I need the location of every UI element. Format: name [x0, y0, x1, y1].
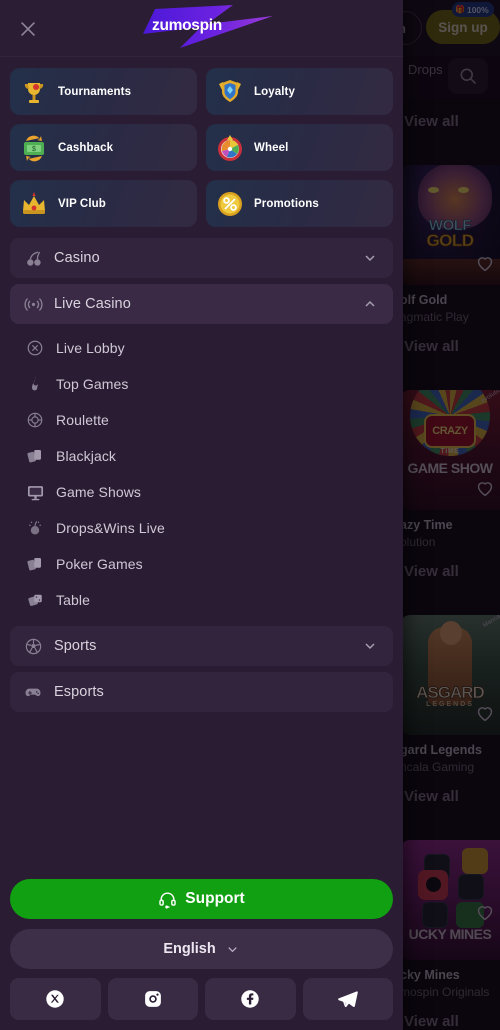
facebook-icon	[241, 990, 259, 1008]
sidebar-item-label: Top Games	[56, 376, 129, 392]
promo-tile-label: Wheel	[254, 141, 289, 154]
language-selector[interactable]: English	[10, 929, 393, 969]
promo-tile-wheel[interactable]: Wheel	[206, 124, 393, 171]
money-refresh-icon: $	[19, 133, 49, 163]
trophy-icon	[19, 77, 49, 107]
promo-tile-label: Tournaments	[58, 85, 132, 98]
sidebar-item-poker-games[interactable]: Poker Games	[10, 546, 393, 582]
chevron-down-icon	[227, 946, 237, 952]
navigation-drawer: zumospin Tournaments Loyalty $ Cashback …	[0, 0, 403, 1030]
dice-icon	[24, 589, 46, 611]
svg-text:$: $	[32, 146, 36, 153]
promo-tile-label: Cashback	[58, 141, 114, 154]
sidebar-item-drops-wins-live[interactable]: Drops&Wins Live	[10, 510, 393, 546]
promo-tile-label: Promotions	[254, 197, 319, 210]
brand-logo[interactable]: zumospin	[133, 3, 278, 53]
drawer-body: Tournaments Loyalty $ Cashback Wheel VIP…	[0, 57, 403, 879]
nav-item-label: Live Casino	[54, 296, 131, 312]
chevron-down-icon[interactable]	[361, 249, 379, 267]
sidebar-item-label: Game Shows	[56, 484, 142, 500]
nav-item-label: Sports	[54, 638, 97, 654]
sidebar-item-top-games[interactable]: Top Games	[10, 366, 393, 402]
chevron-down-icon[interactable]	[361, 637, 379, 655]
nav-item-casino[interactable]: Casino	[10, 238, 393, 278]
crown-icon	[19, 189, 49, 219]
sidebar-item-label: Table	[56, 592, 90, 608]
promo-tile-loyalty[interactable]: Loyalty	[206, 68, 393, 115]
language-label: English	[163, 941, 216, 957]
wheel-of-fortune-icon	[215, 133, 245, 163]
headset-icon	[159, 891, 177, 909]
support-button-label: Support	[185, 890, 245, 907]
gamepad-icon	[22, 681, 44, 703]
promo-tile-tournaments[interactable]: Tournaments	[10, 68, 197, 115]
close-icon	[20, 21, 36, 37]
live-casino-submenu: Live Lobby Top Games Roulette Blackjack …	[10, 330, 393, 618]
nav-item-live-casino[interactable]: Live Casino	[10, 284, 393, 324]
brand-logo-text: zumospin	[152, 17, 222, 34]
sidebar-item-live-lobby[interactable]: Live Lobby	[10, 330, 393, 366]
nav-item-esports[interactable]: Esports	[10, 672, 393, 712]
playing-cards-icon	[24, 553, 46, 575]
promo-tiles-grid: Tournaments Loyalty $ Cashback Wheel VIP…	[10, 68, 393, 227]
flame-icon	[24, 373, 46, 395]
sidebar-item-label: Roulette	[56, 412, 109, 428]
social-link-x-twitter[interactable]	[10, 978, 101, 1020]
shield-gem-icon	[215, 77, 245, 107]
social-link-instagram[interactable]	[107, 978, 198, 1020]
drawer-header: zumospin	[0, 0, 403, 57]
telegram-icon	[337, 991, 358, 1008]
nav-item-sports[interactable]: Sports	[10, 626, 393, 666]
nav-item-label: Esports	[54, 684, 104, 700]
promo-tile-vip-club[interactable]: VIP Club	[10, 180, 197, 227]
social-links-row	[10, 978, 393, 1020]
sidebar-item-label: Blackjack	[56, 448, 117, 464]
sidebar-item-blackjack[interactable]: Blackjack	[10, 438, 393, 474]
promo-tile-label: Loyalty	[254, 85, 295, 98]
chevron-up-icon[interactable]	[361, 295, 379, 313]
sidebar-item-label: Live Lobby	[56, 340, 125, 356]
promo-tile-promotions[interactable]: Promotions	[206, 180, 393, 227]
social-link-telegram[interactable]	[302, 978, 393, 1020]
sidebar-item-game-shows[interactable]: Game Shows	[10, 474, 393, 510]
roulette-wheel-icon	[24, 409, 46, 431]
promo-tile-label: VIP Club	[58, 197, 106, 210]
sidebar-item-roulette[interactable]: Roulette	[10, 402, 393, 438]
sidebar-item-label: Drops&Wins Live	[56, 520, 165, 536]
social-link-facebook[interactable]	[205, 978, 296, 1020]
cherries-icon	[22, 247, 44, 269]
drops-wins-icon	[24, 517, 46, 539]
sidebar-item-label: Poker Games	[56, 556, 143, 572]
support-button[interactable]: Support	[10, 879, 393, 919]
monitor-icon	[24, 481, 46, 503]
percent-coin-icon	[215, 189, 245, 219]
x-twitter-icon	[46, 990, 64, 1008]
broadcast-icon	[22, 293, 44, 315]
circle-x-icon	[24, 337, 46, 359]
instagram-icon	[144, 991, 161, 1007]
nav-item-label: Casino	[54, 250, 100, 266]
sidebar-item-table[interactable]: Table	[10, 582, 393, 618]
drawer-footer: Support English	[0, 879, 403, 1030]
soccer-ball-icon	[22, 635, 44, 657]
close-drawer-button[interactable]	[14, 15, 42, 43]
playing-cards-icon	[24, 445, 46, 467]
promo-tile-cashback[interactable]: $ Cashback	[10, 124, 197, 171]
